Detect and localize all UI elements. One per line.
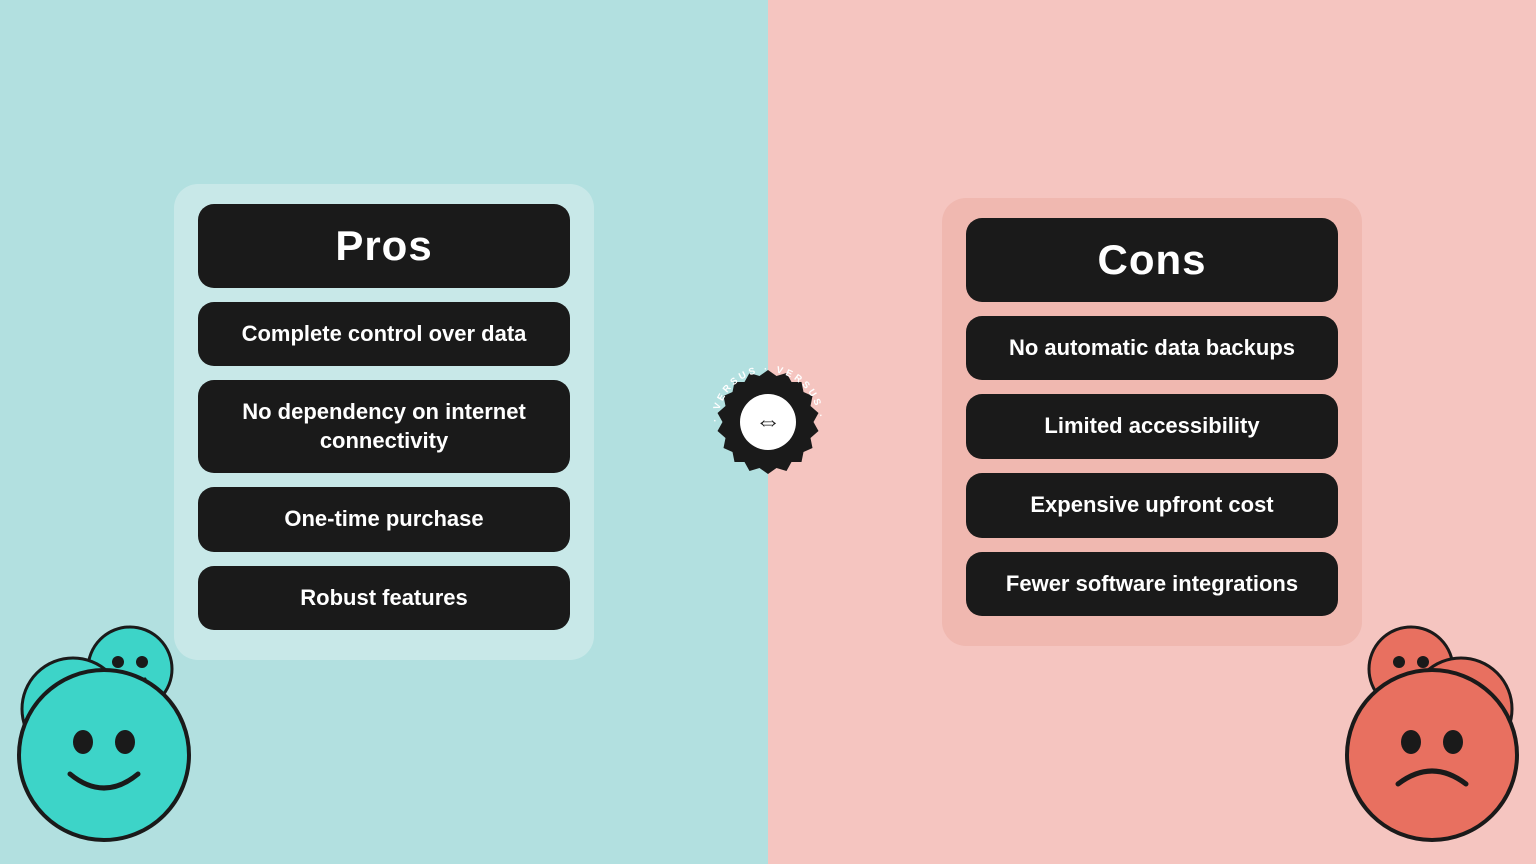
versus-badge-svg: ⇔ · VERSUS · VERSUS · <box>701 362 836 497</box>
cons-item-4: Fewer software integrations <box>966 552 1338 617</box>
cons-item-1: No automatic data backups <box>966 316 1338 381</box>
cons-card: Cons No automatic data backups Limited a… <box>942 198 1362 646</box>
pros-item-2: No dependency on internet connectivity <box>198 380 570 473</box>
smiley-main-left <box>15 666 193 844</box>
pros-card: Pros Complete control over data No depen… <box>174 184 594 661</box>
pros-item-3: One-time purchase <box>198 487 570 552</box>
pros-section: Pros Complete control over data No depen… <box>0 0 768 864</box>
svg-text:⇔: ⇔ <box>755 406 781 436</box>
cons-item-3: Expensive upfront cost <box>966 473 1338 538</box>
pros-item-1: Complete control over data <box>198 302 570 367</box>
cons-item-2: Limited accessibility <box>966 394 1338 459</box>
sad-smiley-main <box>1343 666 1521 844</box>
pros-item-4: Robust features <box>198 566 570 631</box>
cons-section: Cons No automatic data backups Limited a… <box>768 0 1536 864</box>
page-wrapper: Pros Complete control over data No depen… <box>0 0 1536 864</box>
cons-title: Cons <box>966 218 1338 302</box>
versus-badge: ⇔ · VERSUS · VERSUS · <box>701 362 836 502</box>
pros-title: Pros <box>198 204 570 288</box>
